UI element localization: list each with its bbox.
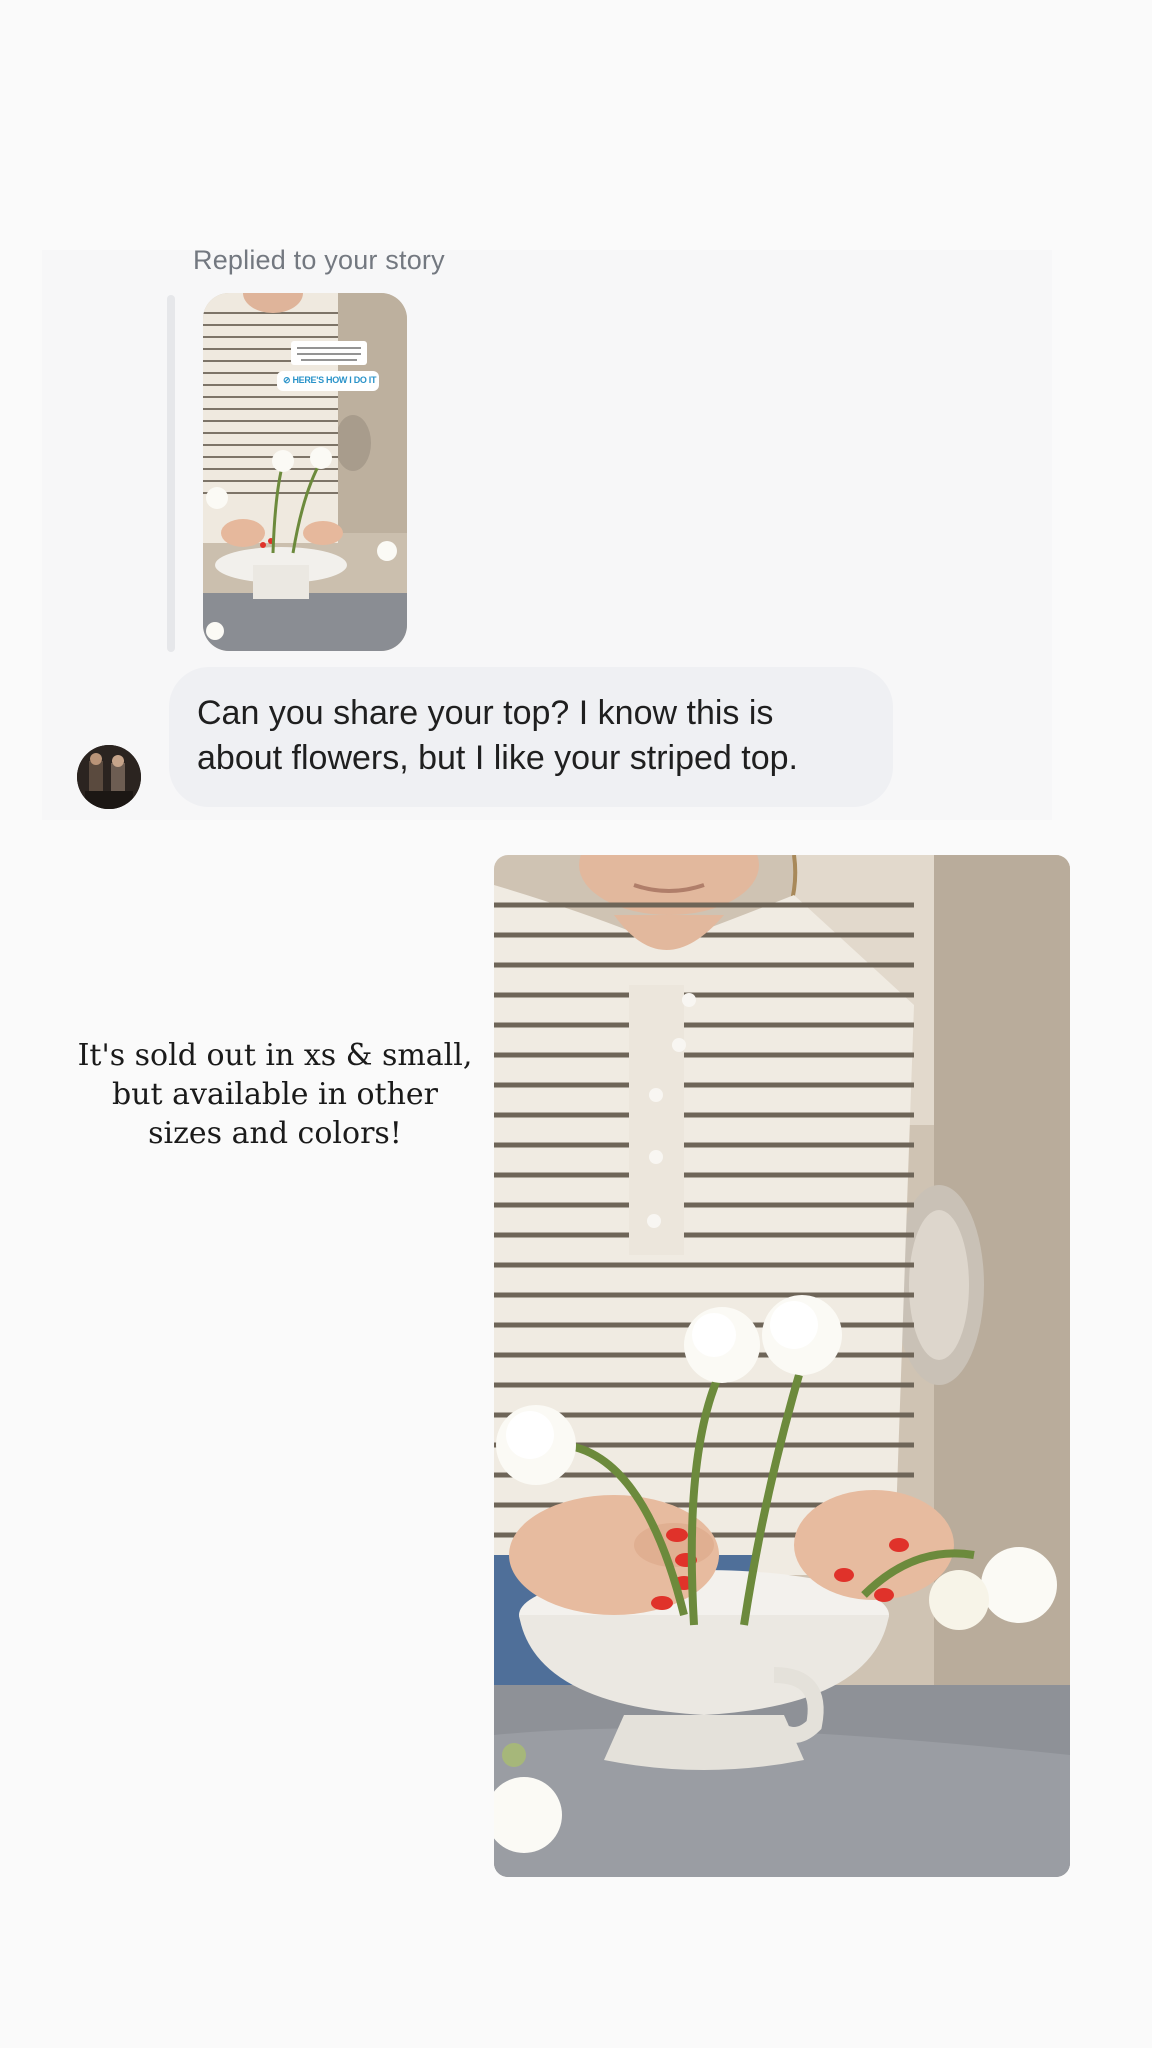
incoming-message-bubble[interactable]: Can you share your top? I know this is a… — [169, 667, 893, 807]
caption-line: sizes and colors! — [148, 1116, 402, 1151]
story-link-sticker[interactable]: ⊘ HERE'S HOW I DO IT — [283, 375, 377, 386]
sender-avatar[interactable] — [77, 745, 141, 809]
message-line: about flowers, but I like your striped t… — [197, 739, 798, 777]
caption-line: but available in other — [112, 1077, 438, 1112]
story-thumbnail[interactable]: ⊘ HERE'S HOW I DO IT — [203, 293, 407, 651]
replied-to-story-label: Replied to your story — [193, 245, 445, 275]
link-icon: ⊘ — [283, 375, 291, 385]
message-line: Can you share your top? I know this is — [197, 694, 774, 732]
reply-indicator-bar — [167, 295, 175, 652]
shared-post-caption: It's sold out in xs & small, but availab… — [75, 1036, 475, 1153]
shared-post-photo[interactable] — [494, 855, 1070, 1877]
caption-line: It's sold out in xs & small, — [77, 1038, 473, 1073]
